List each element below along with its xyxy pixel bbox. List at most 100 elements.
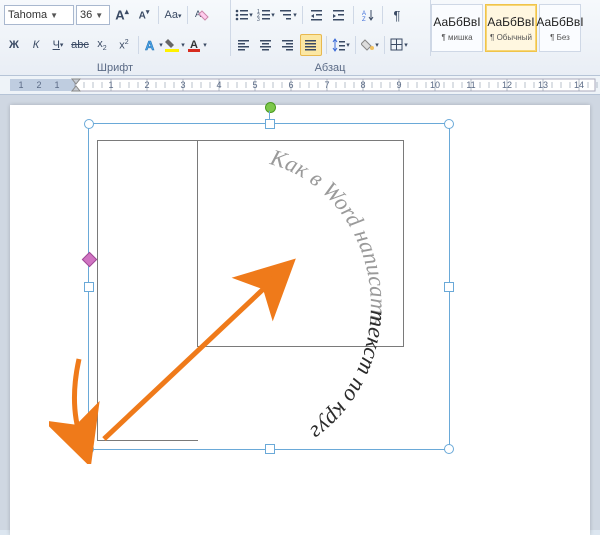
grow-font-button[interactable]: A▴ [112,5,132,25]
text-effects-icon: A [143,37,159,53]
underline-button[interactable]: Ч▾ [48,35,68,55]
indent-dec-button[interactable] [307,5,327,25]
page[interactable]: Как в Word написать текст по кругу [10,105,590,535]
svg-text:13: 13 [538,80,548,90]
align-justify-button[interactable] [300,34,322,56]
resize-handle-sw[interactable] [84,444,94,454]
change-case-button[interactable]: Aa▾ [163,5,183,25]
selected-shape[interactable]: Как в Word написать текст по кругу [88,123,450,450]
chevron-down-icon: ▼ [50,11,58,20]
superscript-button[interactable]: x2 [114,35,134,55]
svg-text:1: 1 [257,9,260,15]
svg-text:1: 1 [18,80,23,90]
svg-text:A: A [362,11,366,17]
italic-button[interactable]: К [26,35,46,55]
svg-text:1: 1 [54,80,59,90]
align-justify-icon [304,38,318,52]
ribbon: Tahoma ▼ 36 ▼ A▴ A▾ Aa▾ A Ж К Ч▾ abc x2 … [0,0,600,76]
ruler-scale: 1211234567891011121314 [10,76,600,94]
line-spacing-button[interactable]: ▾ [331,35,351,55]
svg-text:4: 4 [216,80,221,90]
align-right-button[interactable] [278,35,298,55]
shading-button[interactable]: ▾ [360,35,380,55]
svg-text:2: 2 [257,13,260,19]
style-name: ¶ Обычный [490,33,532,42]
align-right-icon [281,38,295,52]
eraser-icon: A [194,7,210,23]
strike-button[interactable]: abc [70,35,90,55]
align-left-icon [237,38,251,52]
svg-text:A: A [195,9,201,19]
adjust-handle[interactable] [82,252,98,268]
font-color-button[interactable]: A▾ [187,35,207,55]
text-effects-button[interactable]: A▾ [143,35,163,55]
align-center-icon [259,38,273,52]
svg-text:11: 11 [466,80,475,90]
font-size-value: 36 [80,9,92,21]
page-area: Как в Word написать текст по кругу [0,95,600,530]
resize-handle-n[interactable] [265,119,275,129]
svg-text:9: 9 [396,80,401,90]
style-tile-normal[interactable]: АаБбВвІ ¶ Обычный [485,4,537,52]
indent-dec-icon [310,8,324,22]
svg-text:2: 2 [36,80,41,90]
shrink-font-button[interactable]: A▾ [134,5,154,25]
indent-inc-button[interactable] [329,5,349,25]
show-marks-button[interactable]: ¶ [387,5,407,25]
svg-text:2: 2 [144,80,149,90]
group-font: Tahoma ▼ 36 ▼ A▴ A▾ Aa▾ A Ж К Ч▾ abc x2 … [0,0,231,56]
indent-inc-icon [332,8,346,22]
style-name: ¶ Без [550,33,570,42]
multilevel-icon [279,8,293,22]
group-para-label: Абзац [230,62,430,74]
clear-format-button[interactable]: A [192,5,212,25]
svg-text:12: 12 [502,80,512,90]
bullets-icon [235,8,249,22]
font-name-select[interactable]: Tahoma ▼ [4,5,74,25]
numbering-icon: 123 [257,8,271,22]
style-preview: АаБбВвІ [433,15,480,29]
highlight-button[interactable]: ▾ [165,35,185,55]
line-spacing-icon [332,38,346,52]
align-left-button[interactable] [234,35,254,55]
resize-handle-s[interactable] [265,444,275,454]
rotation-handle[interactable] [265,102,276,113]
group-paragraph: ▾ 123▾ ▾ AZ ¶ ▾ ▾ ▾ Абзац [230,0,431,56]
bold-button[interactable]: Ж [4,35,24,55]
svg-text:8: 8 [360,80,365,90]
resize-handle-e[interactable] [444,282,454,292]
resize-handle-se[interactable] [444,444,454,454]
group-font-label: Шрифт [0,62,230,74]
svg-text:7: 7 [324,80,329,90]
ruler-horizontal[interactable]: 1211234567891011121314 [0,76,600,95]
style-tile-mishka[interactable]: АаБбВвІ ¶ мишка [431,4,483,52]
font-color-icon: A [187,37,203,53]
style-tile-nospace[interactable]: АаБбВвІ ¶ Без [539,4,581,52]
svg-text:14: 14 [574,80,584,90]
subscript-button[interactable]: x2 [92,35,112,55]
sort-button[interactable]: AZ [358,5,378,25]
style-preview: АаБбВвІ [487,15,534,29]
numbering-button[interactable]: 123▾ [256,5,276,25]
highlight-icon [165,37,181,53]
resize-handle-nw[interactable] [84,119,94,129]
svg-text:3: 3 [180,80,185,90]
svg-text:A: A [145,38,155,53]
align-center-button[interactable] [256,35,276,55]
multilevel-button[interactable]: ▾ [278,5,298,25]
bullets-button[interactable]: ▾ [234,5,254,25]
svg-text:Z: Z [362,17,366,22]
svg-text:10: 10 [430,80,440,90]
resize-handle-w[interactable] [84,282,94,292]
svg-text:A: A [190,39,198,51]
resize-handle-ne[interactable] [444,119,454,129]
guide-rect-1 [197,140,404,347]
sort-icon: AZ [361,8,375,22]
borders-button[interactable]: ▾ [389,35,409,55]
guide-rect-2 [97,140,198,441]
style-name: ¶ мишка [441,33,472,42]
svg-text:6: 6 [288,80,293,90]
chevron-down-icon: ▼ [95,11,103,20]
svg-text:1: 1 [108,80,113,90]
font-size-select[interactable]: 36 ▼ [76,5,110,25]
